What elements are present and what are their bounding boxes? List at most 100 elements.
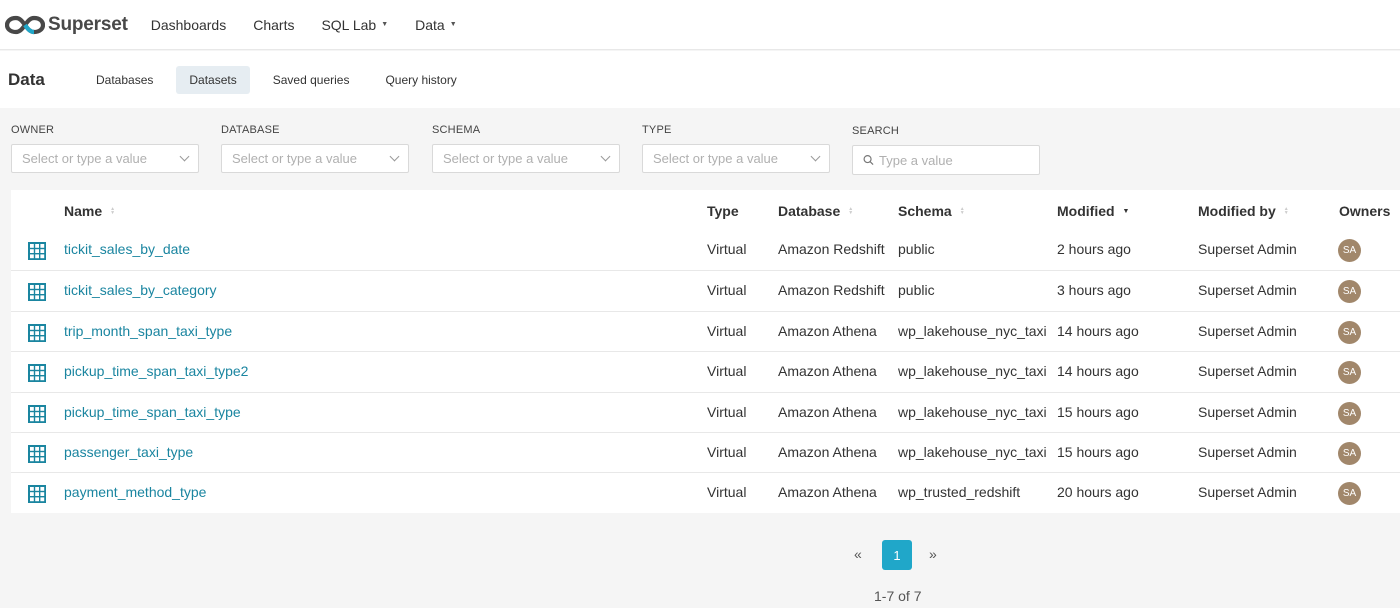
owner-avatar[interactable]: SA bbox=[1338, 280, 1361, 304]
sort-icon: ▲ ▼ bbox=[848, 206, 854, 216]
nav-dashboards[interactable]: Dashboards bbox=[151, 17, 227, 33]
caret-down-icon: ▼ bbox=[449, 21, 457, 28]
pagination-page-1[interactable]: 1 bbox=[882, 540, 912, 570]
dataset-database: Amazon Athena bbox=[778, 484, 877, 501]
schema-select[interactable]: Select or type a value bbox=[432, 144, 620, 173]
col-header-modified-by-label: Modified by bbox=[1198, 203, 1276, 219]
dataset-schema: wp_lakehouse_nyc_taxi bbox=[898, 443, 1047, 460]
search-box[interactable] bbox=[852, 145, 1040, 175]
nav-charts[interactable]: Charts bbox=[253, 17, 294, 33]
dataset-name-link[interactable]: tickit_sales_by_date bbox=[64, 241, 190, 257]
col-header-owners: Owners bbox=[1339, 203, 1390, 219]
owner-avatar[interactable]: SA bbox=[1338, 361, 1361, 385]
owner-select[interactable]: Select or type a value bbox=[11, 144, 199, 173]
col-header-schema-label: Schema bbox=[898, 203, 952, 219]
pagination-prev[interactable]: « bbox=[854, 546, 862, 562]
dataset-type: Virtual bbox=[707, 322, 747, 339]
dataset-modified-by: Superset Admin bbox=[1198, 443, 1297, 460]
dataset-type: Virtual bbox=[707, 443, 747, 460]
dataset-name-link[interactable]: trip_month_span_taxi_type bbox=[64, 323, 232, 339]
main-nav: Dashboards Charts SQL Lab ▼ Data ▼ bbox=[151, 17, 484, 33]
dataset-schema: wp_lakehouse_nyc_taxi bbox=[898, 322, 1047, 339]
dataset-name-link[interactable]: pickup_time_span_taxi_type bbox=[64, 404, 241, 420]
dataset-name-link[interactable]: pickup_time_span_taxi_type2 bbox=[64, 363, 248, 379]
dataset-table-icon bbox=[28, 283, 46, 302]
col-header-type-label: Type bbox=[707, 203, 739, 219]
col-header-schema[interactable]: Schema ▲ ▼ bbox=[898, 203, 965, 219]
database-select[interactable]: Select or type a value bbox=[221, 144, 409, 173]
table-header: Name ▲ ▼ Type Database ▲ ▼ Schema ▲ ▼ Modified… bbox=[11, 190, 1400, 230]
superset-logo[interactable]: Superset bbox=[5, 14, 128, 36]
nav-sql-lab-label: SQL Lab bbox=[321, 16, 377, 33]
table-row: tickit_sales_by_date Virtual Amazon Redshi… bbox=[11, 230, 1400, 270]
dataset-name-link[interactable]: passenger_taxi_type bbox=[64, 444, 193, 460]
nav-sql-lab[interactable]: SQL Lab ▼ bbox=[321, 17, 388, 33]
schema-filter-label: SCHEMA bbox=[432, 124, 481, 136]
dataset-table-icon bbox=[28, 242, 46, 260]
dataset-modified-by: Superset Admin bbox=[1198, 403, 1297, 420]
owner-avatar[interactable]: SA bbox=[1338, 401, 1361, 425]
table-row: pickup_time_span_taxi_type2 Virtual Amazon… bbox=[11, 351, 1400, 391]
type-filter-label: TYPE bbox=[642, 124, 672, 136]
dataset-database: Amazon Redshift bbox=[778, 241, 885, 257]
dataset-modified: 2 hours ago bbox=[1057, 241, 1131, 257]
owner-avatar[interactable]: SA bbox=[1338, 239, 1361, 262]
table-row: passenger_taxi_type Virtual Amazon Athena w… bbox=[11, 431, 1400, 472]
col-header-database-label: Database bbox=[778, 203, 841, 219]
search-icon bbox=[863, 155, 874, 166]
dataset-type: Virtual bbox=[707, 403, 747, 420]
chevron-down-icon bbox=[179, 151, 190, 162]
dataset-modified: 15 hours ago bbox=[1057, 443, 1139, 460]
search-filter: SEARCH bbox=[852, 125, 1040, 175]
tab-saved-queries[interactable]: Saved queries bbox=[260, 66, 363, 94]
dataset-schema: wp_lakehouse_nyc_taxi bbox=[898, 363, 1047, 380]
dataset-table-icon bbox=[28, 364, 46, 383]
subtabs: Databases Datasets Saved queries Query h… bbox=[83, 65, 480, 94]
dataset-name-link[interactable]: tickit_sales_by_category bbox=[64, 282, 217, 298]
dataset-database: Amazon Athena bbox=[778, 443, 877, 460]
col-header-modified[interactable]: Modified ▼ bbox=[1057, 203, 1129, 219]
nav-dashboards-label: Dashboards bbox=[150, 16, 227, 33]
dataset-table-icon bbox=[28, 404, 46, 423]
tab-databases[interactable]: Databases bbox=[83, 66, 166, 94]
owner-filter: OWNER Select or type a value bbox=[11, 124, 199, 173]
col-header-database[interactable]: Database ▲ ▼ bbox=[778, 203, 853, 219]
dataset-name-link[interactable]: payment_method_type bbox=[64, 484, 206, 500]
owner-avatar[interactable]: SA bbox=[1338, 320, 1361, 344]
col-header-modified-by[interactable]: Modified by ▲ ▼ bbox=[1198, 203, 1289, 219]
type-select[interactable]: Select or type a value bbox=[642, 144, 830, 173]
superset-logo-icon bbox=[5, 15, 45, 34]
dataset-schema: public bbox=[898, 282, 935, 299]
schema-select-placeholder: Select or type a value bbox=[443, 151, 569, 166]
page-title: Data bbox=[8, 69, 45, 89]
dataset-modified-by: Superset Admin bbox=[1198, 241, 1297, 257]
table-body: tickit_sales_by_date Virtual Amazon Redshi… bbox=[11, 230, 1400, 513]
database-filter: DATABASE Select or type a value bbox=[221, 124, 409, 173]
dataset-database: Amazon Athena bbox=[778, 322, 877, 339]
dataset-type: Virtual bbox=[707, 484, 747, 501]
top-navbar: Superset Dashboards Charts SQL Lab ▼ Data… bbox=[0, 0, 1400, 50]
table-row: payment_method_type Virtual Amazon Athena w… bbox=[11, 472, 1400, 512]
chevron-down-icon bbox=[810, 151, 821, 162]
dataset-schema: wp_trusted_redshift bbox=[898, 484, 1021, 501]
page-header: Data Databases Datasets Saved queries Qu… bbox=[0, 51, 1400, 108]
datasets-table: Name ▲ ▼ Type Database ▲ ▼ Schema ▲ ▼ Modified… bbox=[11, 190, 1400, 513]
sort-icon: ▲ ▼ bbox=[1283, 206, 1289, 216]
dataset-database: Amazon Athena bbox=[778, 363, 877, 380]
search-input[interactable] bbox=[879, 152, 1029, 168]
dataset-modified: 15 hours ago bbox=[1057, 403, 1139, 420]
type-select-placeholder: Select or type a value bbox=[653, 151, 779, 166]
dataset-modified: 14 hours ago bbox=[1057, 363, 1139, 380]
tab-datasets[interactable]: Datasets bbox=[176, 65, 250, 94]
owner-avatar[interactable]: SA bbox=[1338, 482, 1361, 506]
sort-desc-icon: ▼ bbox=[1122, 207, 1130, 215]
owner-filter-label: OWNER bbox=[11, 124, 55, 136]
tab-query-history[interactable]: Query history bbox=[372, 66, 469, 94]
nav-data[interactable]: Data ▼ bbox=[415, 17, 457, 33]
col-header-name[interactable]: Name ▲ ▼ bbox=[64, 203, 115, 219]
owner-avatar[interactable]: SA bbox=[1338, 441, 1361, 465]
col-header-type: Type bbox=[707, 203, 739, 219]
dataset-table-icon bbox=[28, 485, 46, 504]
dataset-type: Virtual bbox=[707, 282, 747, 299]
pagination-next[interactable]: » bbox=[929, 546, 937, 562]
